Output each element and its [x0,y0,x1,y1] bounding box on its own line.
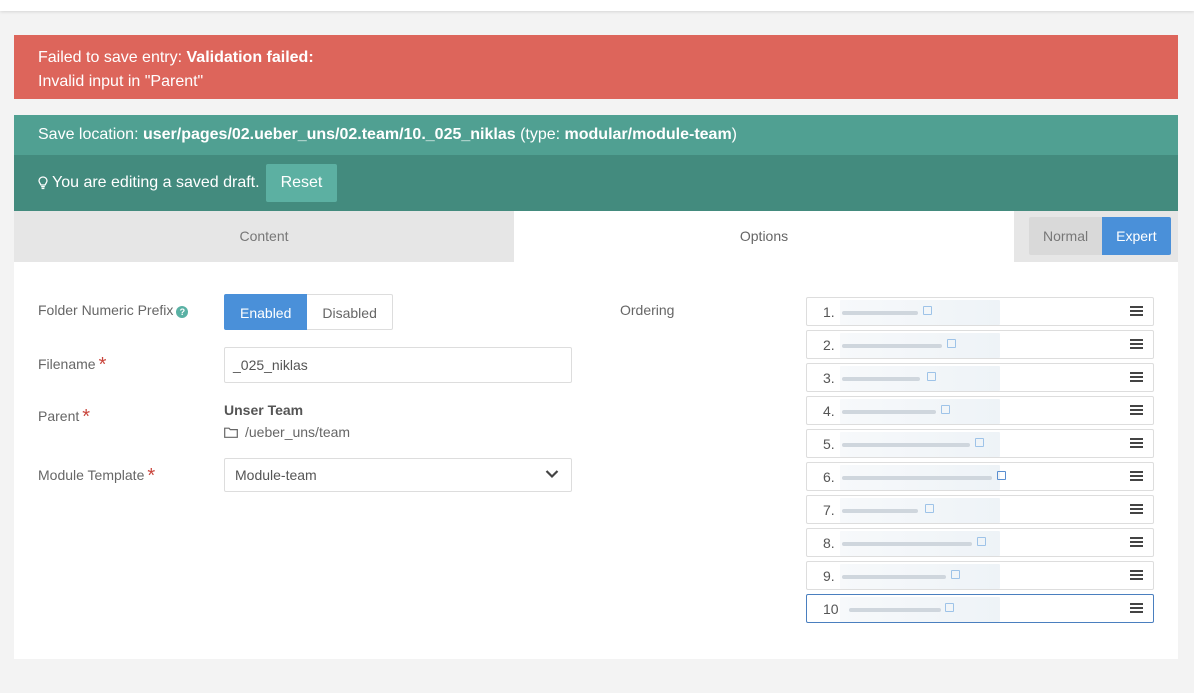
external-link-icon[interactable] [975,438,984,447]
enabled-button[interactable]: Enabled [224,294,308,330]
draft-message: You are editing a saved draft. [52,174,260,191]
error-alert: Failed to save entry: Validation failed:… [14,35,1178,99]
ordering-number: 8. [823,535,835,551]
tab-options[interactable]: Options [514,211,1014,262]
folder-prefix-label-row: Folder Numeric Prefix? [38,302,189,318]
error-message: Invalid input in "Parent" [38,73,204,90]
error-title: Validation failed: [186,49,314,66]
ordering-item[interactable]: 5. [806,429,1154,458]
parent-path: /ueber_uns/team [245,424,351,440]
reset-button[interactable]: Reset [265,164,338,202]
drag-handle-icon[interactable] [1130,405,1143,416]
ordering-number: 5. [823,436,835,452]
ordering-number: 9. [823,568,835,584]
external-link-icon[interactable] [927,372,936,381]
module-template-label: Module Template [38,467,145,483]
mode-toggle: Normal Expert [1029,217,1171,255]
ordering-item[interactable]: 9. [806,561,1154,590]
save-location-path: user/pages/02.ueber_uns/02.team/10._025_… [142,126,516,143]
filename-input[interactable]: _025_niklas [224,347,572,383]
drag-handle-icon[interactable] [1130,438,1143,449]
save-location-bar: Save location: user/pages/02.ueber_uns/0… [14,115,1178,155]
filename-label: Filename [38,356,96,372]
blurred-name [840,366,1000,391]
save-location-label: Save location: [38,126,143,143]
ordering-number: 10 [823,601,839,617]
drag-handle-icon[interactable] [1130,471,1143,482]
ordering-list: 1. 2. 3. 4. 5. 6. 7. 8. 9. 10 [806,297,1154,627]
folder-icon [224,427,238,438]
drag-handle-icon[interactable] [1130,570,1143,581]
module-template-value: Module-team [235,467,317,483]
parent-title[interactable]: Unser Team [224,402,303,418]
save-location-type: modular/module-team [564,126,732,143]
blurred-name [840,597,1000,622]
ordering-number: 6. [823,469,835,485]
chevron-down-icon [545,470,559,479]
folder-prefix-label: Folder Numeric Prefix [38,302,174,318]
drag-handle-icon[interactable] [1130,306,1143,317]
normal-mode-button[interactable]: Normal [1029,217,1103,255]
blurred-name [840,531,1000,556]
external-link-icon[interactable] [951,570,960,579]
ordering-item-active[interactable]: 10 [806,594,1154,623]
lightbulb-icon [38,176,48,190]
top-bar [0,0,1194,11]
disabled-button[interactable]: Disabled [307,294,393,330]
drag-handle-icon[interactable] [1130,372,1143,383]
type-close: ) [731,126,737,143]
tab-content[interactable]: Content [14,211,514,262]
options-panel: Folder Numeric Prefix? Enabled Disabled … [14,262,1178,659]
drag-handle-icon[interactable] [1130,504,1143,515]
blurred-name [840,498,1000,523]
ordering-number: 1. [823,304,835,320]
error-line-1: Failed to save entry: Validation failed: [38,46,1154,70]
blurred-name [840,465,1000,490]
help-icon[interactable]: ? [176,306,189,318]
ordering-label: Ordering [620,302,675,318]
ordering-number: 7. [823,502,835,518]
tab-bar: Content Options Normal Expert [14,211,1178,262]
required-mark: * [98,354,107,376]
external-link-icon[interactable] [923,306,932,315]
external-link-icon[interactable] [947,339,956,348]
ordering-item[interactable]: 1. [806,297,1154,326]
ordering-item[interactable]: 2. [806,330,1154,359]
drag-handle-icon[interactable] [1130,339,1143,350]
type-open: (type: [515,126,565,143]
ordering-number: 3. [823,370,835,386]
ordering-item[interactable]: 8. [806,528,1154,557]
required-mark: * [82,406,91,428]
drag-handle-icon[interactable] [1130,537,1143,548]
error-prefix: Failed to save entry: [38,49,187,66]
external-link-icon[interactable] [925,504,934,513]
ordering-item[interactable]: 4. [806,396,1154,425]
module-template-select[interactable]: Module-team [224,458,572,492]
module-template-label-row: Module Template * [38,463,156,487]
blurred-name [840,333,1000,358]
blurred-name [840,399,1000,424]
folder-prefix-toggle: Enabled Disabled [224,294,393,330]
blurred-name [840,300,1000,325]
parent-label-row: Parent * [38,404,91,428]
ordering-item[interactable]: 7. [806,495,1154,524]
external-link-icon[interactable] [977,537,986,546]
parent-label: Parent [38,408,80,424]
draft-bar: You are editing a saved draft. Reset [14,155,1178,211]
expert-mode-button[interactable]: Expert [1102,217,1171,255]
parent-path-row[interactable]: /ueber_uns/team [224,424,350,440]
ordering-number: 2. [823,337,835,353]
ordering-item[interactable]: 3. [806,363,1154,392]
ordering-item[interactable]: 6. [806,462,1154,491]
drag-handle-icon[interactable] [1130,603,1143,614]
external-link-icon[interactable] [941,405,950,414]
required-mark: * [147,465,156,487]
blurred-name [840,564,1000,589]
filename-label-row: Filename * [38,352,107,376]
external-link-icon[interactable] [997,471,1006,480]
external-link-icon[interactable] [945,603,954,612]
ordering-number: 4. [823,403,835,419]
